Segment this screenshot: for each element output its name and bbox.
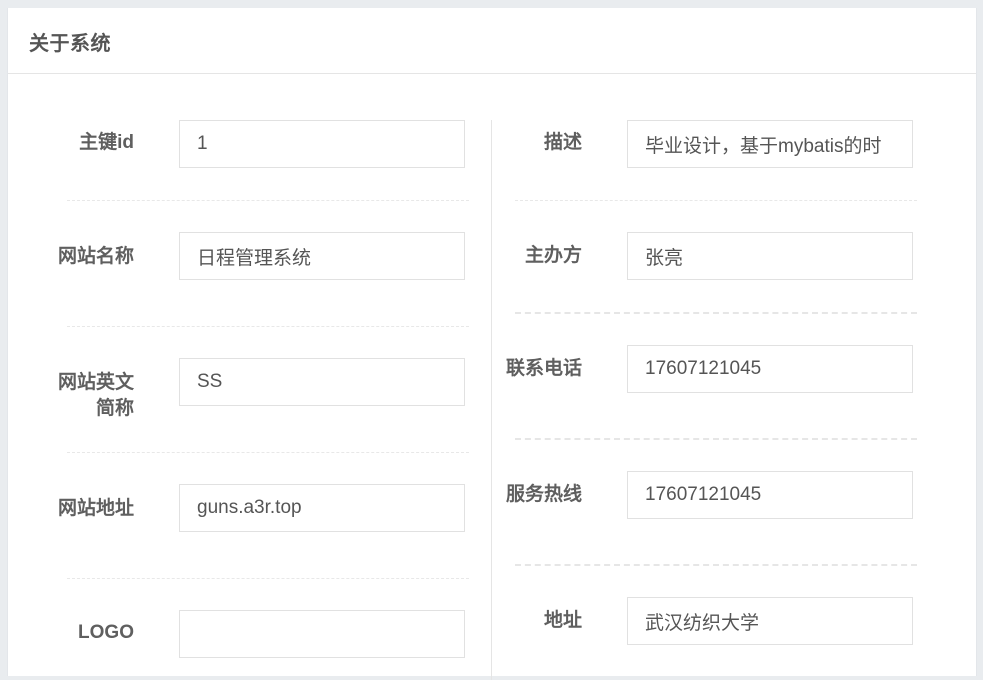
field-label-logo: LOGO [78,622,134,643]
service-hotline-input[interactable] [627,471,913,519]
field-label-contact-phone: 联系电话 [505,358,582,379]
address-input[interactable] [627,597,913,645]
row-separator [67,452,469,453]
field-label-id: 主键id [79,132,134,153]
id-input[interactable] [179,120,465,168]
field-label-site-english-abbr: 网站英文简称 [57,372,134,419]
field-label-address: 地址 [543,610,582,631]
field-label-organizer: 主办方 [524,245,582,266]
row-separator [515,200,917,201]
field-label-site-url: 网站地址 [57,498,134,519]
panel-title: 关于系统 [29,33,111,55]
description-input[interactable] [627,120,913,168]
row-separator [67,326,469,327]
about-system-panel: 关于系统 主键id 网站名称 网站英文简称 网站地址 LOGO 描述 主办方 联… [7,8,977,680]
field-label-description: 描述 [543,132,582,153]
field-label-service-hotline: 服务热线 [505,484,582,505]
column-divider [491,120,492,680]
row-separator [515,564,917,566]
site-name-input[interactable] [179,232,465,280]
row-separator [515,312,917,314]
site-english-abbr-input[interactable] [179,358,465,406]
row-separator [67,200,469,201]
row-separator [67,578,469,579]
site-url-input[interactable] [179,484,465,532]
panel-header: 关于系统 [8,8,976,74]
row-separator [515,438,917,440]
logo-input[interactable] [179,610,465,658]
field-label-site-name: 网站名称 [57,246,134,267]
contact-phone-input[interactable] [627,345,913,393]
organizer-input[interactable] [627,232,913,280]
